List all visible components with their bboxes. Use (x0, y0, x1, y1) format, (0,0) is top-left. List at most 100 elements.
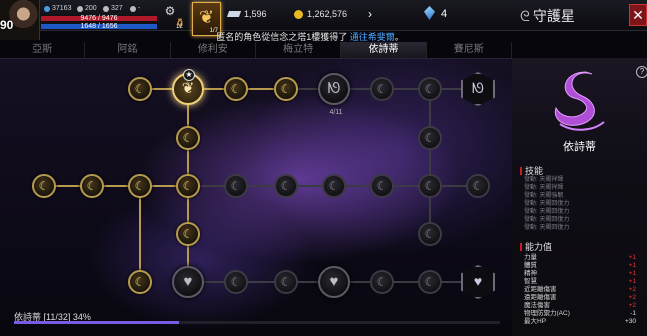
tab-meilite[interactable]: 梅立特 (256, 42, 342, 58)
ability-value: +2 (628, 294, 636, 301)
glyph-node[interactable]: ᘚ 4/11 (318, 73, 350, 116)
star-node-locked[interactable]: ☾ (224, 174, 248, 198)
swirl-icon: ᘓ (520, 7, 530, 24)
star-node-locked[interactable]: ☾ (370, 270, 394, 294)
ability-row: 精神 +1 (524, 270, 636, 278)
crystal-count: 4 (441, 8, 448, 20)
ability-row: 體質 +1 (524, 262, 636, 270)
app: 90 37163 200 327 - 9476 / 9476 1648 / 16… (0, 0, 647, 336)
star-node-locked[interactable]: ☾ (418, 77, 442, 101)
gold-amount: 1,262,576 (307, 9, 348, 19)
star-node[interactable]: ☾ (80, 174, 104, 198)
star-node[interactable]: ☾ (128, 174, 152, 198)
star-node[interactable]: ☾ (176, 174, 200, 198)
glyph-node[interactable]: ♥ (318, 266, 350, 298)
star-node-locked[interactable]: ☾ (224, 270, 248, 294)
star-node[interactable]: ☾ (128, 77, 152, 101)
close-button[interactable]: ✕ (629, 4, 647, 26)
crescent-moon-icon: ☾ (38, 179, 50, 193)
stat-attack: 37163 (44, 5, 71, 12)
star-node-locked[interactable]: ☾ (370, 77, 394, 101)
ability-name: 物理防禦力(AC) (524, 310, 570, 317)
ability-value: +1 (628, 270, 636, 277)
crescent-moon-icon: ☾ (280, 82, 292, 96)
stat-weight-value: 200 (85, 5, 97, 12)
player-level: 90 (0, 18, 14, 32)
ability-name: 體質 (524, 262, 537, 269)
gem-amount: 1,596 (244, 9, 267, 19)
tab-aming[interactable]: 阿銘 (85, 42, 171, 58)
tab-yishidi[interactable]: 依詩蒂 (341, 42, 427, 58)
info-panel: ? 依詩蒂 技能 發動: 天賜祥輝 發動: 天賜祥輝 發動: 天賜強韌 發動: … (512, 58, 647, 336)
ability-row: 近距離傷害 +2 (524, 286, 636, 294)
star-node[interactable]: ☾ (176, 222, 200, 246)
star-node[interactable]: ☾ (274, 77, 298, 101)
heart-icon: ♥ (329, 273, 339, 290)
ability-title: 能力值 (520, 240, 552, 253)
skill-item: 發動: 天賜回復力 (524, 217, 570, 223)
swan-emblem-icon (554, 71, 605, 131)
ability-row: 遠距離傷害 +2 (524, 294, 636, 302)
ability-row: 最大HP +30 (524, 318, 636, 326)
star-node-locked[interactable]: ☾ (274, 270, 298, 294)
stat-trophy: - (130, 5, 140, 12)
ability-row: 智慧 +1 (524, 278, 636, 286)
crescent-moon-icon: ☾ (280, 179, 292, 193)
crescent-moon-icon: ☾ (134, 179, 146, 193)
tab-yas[interactable]: 亞斯 (0, 42, 86, 58)
stat-trophy-value: - (138, 5, 141, 12)
ability-name: 近距離傷害 (524, 286, 557, 293)
tab-saines[interactable]: 賽尼斯 (427, 42, 512, 58)
notice-text: 匿名的角色從信念之塔1樓獲得了 (216, 32, 350, 42)
star-node[interactable]: ☾ (224, 77, 248, 101)
notice-link[interactable]: 通往希斐爾 (350, 32, 395, 42)
ability-row: 力量 +1 (524, 254, 636, 262)
crescent-moon-icon: ☾ (182, 227, 194, 241)
crescent-moon-icon: ☾ (134, 82, 146, 96)
star-node-locked[interactable]: ☾ (418, 222, 442, 246)
glyph-count: 4/11 (329, 109, 343, 116)
crescent-moon-icon: ☾ (424, 275, 436, 289)
feather-icon: ❦ (198, 7, 215, 27)
star-node[interactable]: ☾ (32, 174, 56, 198)
crescent-moon-icon: ☾ (376, 82, 388, 96)
ability-value: +1 (628, 278, 636, 285)
ability-name: 精神 (524, 270, 537, 277)
board-progress-bar (14, 321, 500, 324)
ability-name: 魔法傷害 (524, 302, 550, 309)
ability-row: 物理防禦力(AC) -1 (524, 310, 636, 318)
crescent-moon-icon: ☾ (376, 179, 388, 193)
crescent-moon-icon: ☾ (230, 179, 242, 193)
stat-bag-value: 327 (111, 5, 123, 12)
ability-name: 力量 (524, 254, 537, 261)
crescent-moon-icon: ☾ (424, 227, 436, 241)
window-title: ᘓ 守護星 (520, 6, 575, 26)
ability-value: +1 (628, 262, 636, 269)
crescent-moon-icon: ☾ (86, 179, 98, 193)
star-node-selected[interactable]: ★ ❦ (172, 69, 204, 105)
skill-item: 發動: 天賜回復力 (524, 209, 570, 215)
star-node-locked[interactable]: ☾ (418, 126, 442, 150)
gold-coin-icon (294, 9, 303, 19)
star-node[interactable]: ☾ (176, 126, 200, 150)
crescent-moon-icon: ☾ (134, 275, 146, 289)
glyph-node[interactable]: ♥ (172, 266, 204, 298)
star-node-locked[interactable]: ☾ (322, 174, 346, 198)
swan-icon: ᘚ (327, 80, 341, 97)
skill-item: 發動: 天賜祥輝 (524, 177, 564, 183)
help-icon[interactable]: ? (636, 66, 647, 78)
star-node-locked[interactable]: ☾ (418, 174, 442, 198)
mp-text: 1648 / 1656 (80, 23, 118, 30)
star-node-locked[interactable]: ☾ (418, 270, 442, 294)
star-node[interactable]: ☾ (128, 270, 152, 294)
crescent-moon-icon: ☾ (280, 275, 292, 289)
star-node-locked[interactable]: ☾ (370, 174, 394, 198)
chevron-right-icon[interactable]: › (368, 7, 372, 21)
crescent-moon-icon: ☾ (182, 131, 194, 145)
tab-xiulian[interactable]: 修利安 (171, 42, 256, 58)
star-node-locked[interactable]: ☾ (466, 174, 490, 198)
ability-name: 最大HP (524, 318, 547, 325)
star-node-locked[interactable]: ☾ (274, 174, 298, 198)
ability-value: -1 (630, 310, 636, 317)
weight-icon (77, 5, 83, 12)
